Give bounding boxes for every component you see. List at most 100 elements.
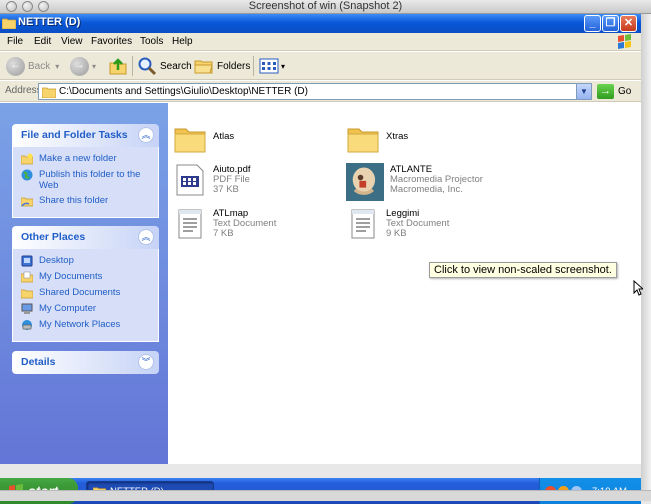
- mac-window-title: Screenshot of win (Snapshot 2): [248, 0, 403, 12]
- address-input[interactable]: C:\Documents and Settings\Giulio\Desktop…: [38, 83, 592, 100]
- back-arrow-icon: ←: [6, 56, 25, 76]
- file-size: 9 KB: [386, 228, 407, 239]
- skull-icon: [346, 163, 384, 201]
- file-item[interactable]: Aiuto.pdf PDF File 37 KB: [173, 163, 251, 197]
- folder-icon: [42, 87, 56, 98]
- collapse-icon[interactable]: ︽: [138, 127, 154, 143]
- place-label: Desktop: [39, 255, 74, 266]
- address-bar: Address C:\Documents and Settings\Giulio…: [0, 81, 641, 102]
- menu-file[interactable]: File: [7, 36, 23, 47]
- views-icon: [259, 58, 279, 74]
- computer-icon: [21, 303, 33, 314]
- details-panel: Details ︾: [12, 351, 159, 374]
- close-button[interactable]: ✕: [620, 15, 637, 32]
- back-button[interactable]: ← Back ▾: [6, 55, 59, 77]
- menu-help[interactable]: Help: [172, 36, 193, 47]
- file-view: Atlas Xtras Aiuto.pdf PDF File 37 KB ATL…: [168, 103, 641, 464]
- menu-edit[interactable]: Edit: [34, 36, 51, 47]
- file-item[interactable]: Xtras: [346, 122, 408, 156]
- toolbar: ← Back ▾ → ▾ Search Folders ▾: [0, 52, 641, 80]
- window-title: NETTER (D): [18, 16, 81, 28]
- tooltip: Click to view non-scaled screenshot.: [429, 262, 617, 278]
- mac-titlebar: Screenshot of win (Snapshot 2): [0, 0, 651, 14]
- menu-favorites[interactable]: Favorites: [91, 36, 132, 47]
- forward-arrow-icon: →: [70, 56, 89, 76]
- address-dropdown-button[interactable]: ▼: [576, 84, 591, 99]
- place-label: Shared Documents: [39, 287, 121, 298]
- panel-header[interactable]: Other Places ︽: [12, 226, 159, 249]
- collapse-icon[interactable]: ︽: [138, 229, 154, 245]
- search-button[interactable]: Search: [137, 55, 192, 77]
- shared-folder-icon: [21, 289, 33, 299]
- task-label: Make a new folder: [39, 153, 117, 164]
- menu-view[interactable]: View: [61, 36, 83, 47]
- maximize-button[interactable]: ❐: [602, 15, 619, 32]
- panel-title: Details: [21, 356, 56, 368]
- place-my-network-places[interactable]: My Network Places: [21, 319, 152, 331]
- panel-title: File and Folder Tasks: [21, 129, 128, 141]
- folder-icon: [347, 128, 379, 153]
- address-path: C:\Documents and Settings\Giulio\Desktop…: [59, 86, 308, 97]
- other-places-panel: Other Places ︽ Desktop My Documents Shar…: [12, 226, 159, 342]
- panel-header[interactable]: File and Folder Tasks ︽: [12, 124, 159, 147]
- window-edge: [0, 490, 651, 501]
- task-share-folder[interactable]: Share this folder: [21, 195, 152, 207]
- up-folder-button[interactable]: [108, 55, 128, 77]
- task-pane: File and Folder Tasks ︽ Make a new folde…: [0, 103, 168, 464]
- folders-label: Folders: [217, 60, 251, 72]
- text-document-icon: [351, 209, 375, 239]
- place-my-computer[interactable]: My Computer: [21, 303, 152, 315]
- panel-title: Other Places: [21, 231, 86, 243]
- file-name: Atlas: [213, 131, 235, 142]
- place-desktop[interactable]: Desktop: [21, 255, 152, 267]
- expand-icon[interactable]: ︾: [138, 354, 154, 370]
- panel-header[interactable]: Details ︾: [12, 351, 159, 374]
- file-item[interactable]: Atlas: [173, 122, 234, 156]
- documents-folder-icon: [21, 271, 33, 283]
- place-label: My Network Places: [39, 319, 121, 330]
- pdf-file-icon: [176, 164, 204, 196]
- network-icon: [22, 320, 32, 330]
- place-label: My Computer: [39, 303, 97, 314]
- file-size: 7 KB: [213, 228, 234, 239]
- task-label: Share this folder: [39, 195, 109, 206]
- go-button[interactable]: → Go: [597, 83, 631, 100]
- back-label: Back: [28, 60, 51, 72]
- search-icon: [138, 57, 157, 76]
- up-folder-icon: [109, 58, 127, 75]
- task-make-new-folder[interactable]: Make a new folder: [21, 153, 152, 165]
- place-label: My Documents: [39, 271, 103, 282]
- explorer-window: NETTER (D) _ ❐ ✕ File Edit View Favorite…: [0, 14, 641, 504]
- views-button[interactable]: ▾: [259, 55, 285, 77]
- window-edge: [641, 14, 651, 501]
- file-item[interactable]: Leggimi Text Document 9 KB: [346, 207, 449, 241]
- file-folder-tasks-panel: File and Folder Tasks ︽ Make a new folde…: [12, 124, 159, 218]
- go-arrow-icon: →: [597, 84, 614, 99]
- window-titlebar[interactable]: NETTER (D) _ ❐ ✕: [0, 14, 641, 33]
- search-label: Search: [160, 60, 192, 72]
- new-folder-icon: [21, 153, 33, 165]
- file-item[interactable]: ATLANTE Macromedia Projector Macromedia,…: [346, 163, 483, 201]
- folder-icon: [174, 128, 206, 153]
- text-document-icon: [178, 209, 202, 239]
- place-shared-documents[interactable]: Shared Documents: [21, 287, 152, 299]
- file-company: Macromedia, Inc.: [390, 184, 463, 195]
- desktop-icon: [21, 255, 33, 267]
- folder-icon: [2, 18, 16, 29]
- folders-icon: [194, 60, 213, 74]
- place-my-documents[interactable]: My Documents: [21, 271, 152, 283]
- go-label: Go: [618, 86, 632, 97]
- windows-logo-icon: [618, 34, 631, 49]
- task-label: Publish this folder to the Web: [39, 169, 141, 191]
- task-publish-web[interactable]: Publish this folder to the Web: [21, 169, 152, 191]
- address-label: Address: [5, 85, 42, 96]
- minimize-button[interactable]: _: [584, 15, 601, 32]
- menu-bar: File Edit View Favorites Tools Help: [0, 33, 641, 51]
- file-item[interactable]: ATLmap Text Document 7 KB: [173, 207, 276, 241]
- file-size: 37 KB: [213, 184, 239, 195]
- share-folder-icon: [21, 197, 33, 207]
- folders-button[interactable]: Folders: [194, 55, 250, 77]
- menu-tools[interactable]: Tools: [140, 36, 163, 47]
- file-name: Xtras: [386, 131, 409, 142]
- forward-button[interactable]: → ▾: [70, 55, 96, 77]
